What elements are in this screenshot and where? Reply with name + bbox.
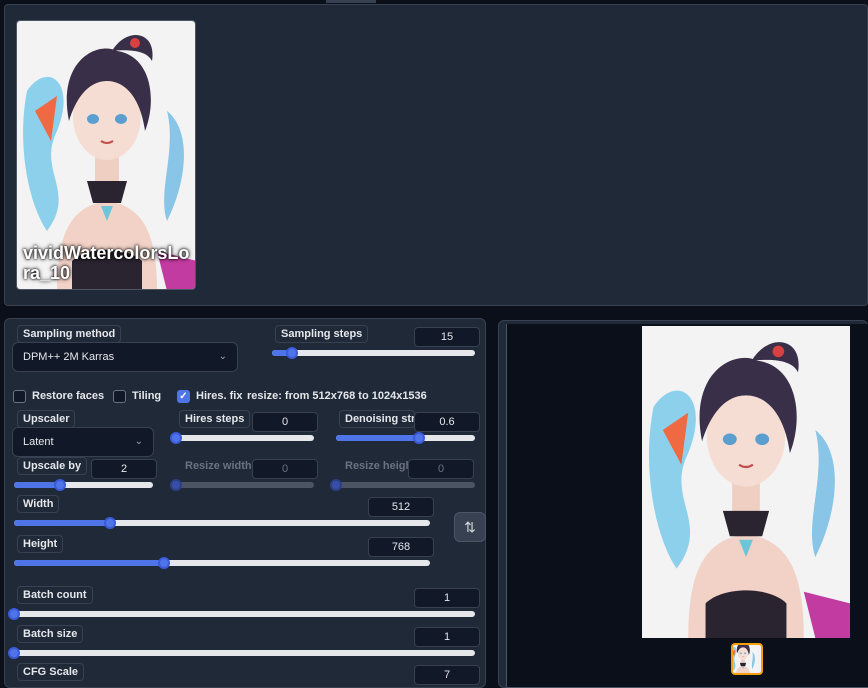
hires-steps-label: Hires steps xyxy=(180,411,250,427)
denoising-strength-input[interactable]: 0.6 xyxy=(414,412,480,432)
slider-handle[interactable] xyxy=(170,479,182,491)
gallery-thumbnail-image xyxy=(733,645,761,673)
resize-info-text: resize: from 512x768 to 1024x1536 xyxy=(247,390,427,402)
sampling-method-label: Sampling method xyxy=(18,326,121,342)
resize-height-input[interactable]: 0 xyxy=(408,459,474,479)
batch-count-input[interactable]: 1 xyxy=(414,588,480,608)
resize-width-input[interactable]: 0 xyxy=(252,459,318,479)
sampling-steps-input[interactable]: 15 xyxy=(414,327,480,347)
slider-handle[interactable] xyxy=(8,608,20,620)
tab-indicator xyxy=(326,0,376,3)
tiling-label: Tiling xyxy=(132,390,162,402)
swap-dimensions-button[interactable]: ⇅ xyxy=(454,512,486,542)
slider-handle[interactable] xyxy=(8,647,20,659)
generated-image-graphic xyxy=(642,326,850,638)
upscaler-dropdown[interactable]: Latent ⌄ xyxy=(12,427,154,457)
gallery-thumbnail[interactable] xyxy=(731,643,763,675)
generated-image[interactable] xyxy=(642,326,850,638)
chevron-down-icon: ⌄ xyxy=(134,436,143,447)
height-input[interactable]: 768 xyxy=(368,537,434,557)
upscale-by-slider[interactable] xyxy=(14,479,153,491)
cfg-scale-input[interactable]: 7 xyxy=(414,665,480,685)
hires-fix-label: Hires. fix xyxy=(196,390,243,402)
batch-size-label: Batch size xyxy=(18,626,83,642)
height-slider[interactable] xyxy=(14,557,430,569)
batch-size-slider[interactable] xyxy=(8,647,475,659)
sampling-steps-slider[interactable] xyxy=(272,347,475,359)
sampling-steps-label: Sampling steps xyxy=(276,326,368,342)
width-label: Width xyxy=(18,496,59,512)
swap-arrows-icon: ⇅ xyxy=(464,519,476,535)
denoising-strength-label: Denoising strength xyxy=(340,411,414,427)
batch-count-label: Batch count xyxy=(18,587,92,603)
upscale-by-input[interactable]: 2 xyxy=(91,459,157,479)
hires-steps-slider[interactable] xyxy=(170,432,314,444)
hires-steps-input[interactable]: 0 xyxy=(252,412,318,432)
lora-card[interactable]: vividWatercolorsLora_10 xyxy=(16,20,196,290)
slider-handle[interactable] xyxy=(53,479,66,491)
resize-height-slider[interactable] xyxy=(330,479,475,491)
sampling-method-value: DPM++ 2M Karras xyxy=(23,351,115,363)
lora-card-name: vividWatercolorsLora_10 xyxy=(23,243,190,283)
slider-handle[interactable] xyxy=(170,432,182,444)
upscale-by-label: Upscale by xyxy=(18,458,87,474)
resize-width-label: Resize width to xyxy=(180,458,254,474)
width-input[interactable]: 512 xyxy=(368,497,434,517)
slider-handle[interactable] xyxy=(103,517,116,529)
slider-handle[interactable] xyxy=(330,479,342,491)
batch-count-slider[interactable] xyxy=(8,608,475,620)
denoising-strength-slider[interactable] xyxy=(336,432,475,444)
restore-faces-label: Restore faces xyxy=(32,390,105,402)
resize-width-slider[interactable] xyxy=(170,479,314,491)
cfg-scale-label: CFG Scale xyxy=(18,664,84,680)
upscaler-label: Upscaler xyxy=(18,411,75,427)
height-label: Height xyxy=(18,536,63,552)
hires-fix-checkbox[interactable]: ✓ xyxy=(177,390,190,403)
width-slider[interactable] xyxy=(14,517,430,529)
resize-height-label: Resize height to xyxy=(340,458,414,474)
chevron-down-icon: ⌄ xyxy=(218,351,227,362)
sampling-method-dropdown[interactable]: DPM++ 2M Karras ⌄ xyxy=(12,342,238,372)
upscaler-value: Latent xyxy=(23,436,54,448)
tiling-checkbox[interactable] xyxy=(113,390,126,403)
restore-faces-checkbox[interactable] xyxy=(13,390,26,403)
batch-size-input[interactable]: 1 xyxy=(414,627,480,647)
slider-handle[interactable] xyxy=(157,557,170,569)
